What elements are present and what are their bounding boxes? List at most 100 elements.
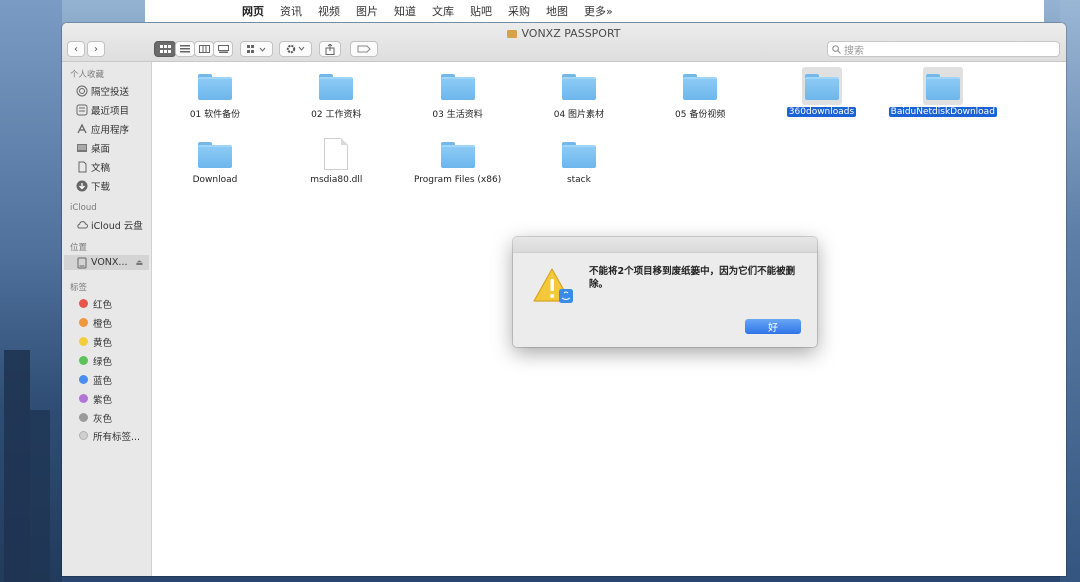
eject-icon[interactable]: ⏏ [135, 258, 143, 267]
folder-item[interactable]: 360downloads [767, 67, 877, 117]
tag-color-dot-icon [79, 299, 88, 308]
folder-item[interactable]: Program Files (x86) [403, 135, 513, 185]
action-button[interactable] [279, 41, 312, 57]
folder-icon [195, 135, 235, 173]
tag-icon [357, 45, 371, 53]
sidebar-item-airdrop[interactable]: 隔空投送 [76, 83, 129, 98]
watermark: 值 什么值得买 [936, 546, 1066, 574]
tags-button[interactable] [350, 41, 378, 57]
folder-item[interactable]: Download [160, 135, 270, 185]
folder-icon [316, 67, 356, 105]
grid-icon [159, 44, 171, 53]
folder-item[interactable]: stack [524, 135, 634, 185]
folder-icon [559, 135, 599, 173]
sidebar-tag-item[interactable]: 橙色 [76, 315, 112, 330]
item-label: stack [566, 175, 591, 185]
folder-item[interactable]: BaiduNetdiskDownload [888, 67, 998, 117]
item-label: 01 软件备份 [189, 110, 241, 120]
browser-nav-item[interactable]: 图片 [356, 3, 378, 19]
column-view-button[interactable] [194, 41, 214, 57]
gallery-icon [217, 45, 229, 53]
tags-heading: 标签 [70, 283, 88, 293]
tag-color-dot-icon [79, 356, 88, 365]
window-title: VONXZ PASSPORT [62, 27, 1066, 40]
watermark-logo-icon: 值 [936, 546, 965, 574]
item-label: BaiduNetdiskDownload [888, 107, 997, 117]
back-button[interactable]: ‹ [67, 41, 85, 57]
folder-icon [438, 67, 478, 105]
sidebar-item-all-tags[interactable]: 所有标签... [76, 428, 140, 443]
item-label: 02 工作资料 [311, 110, 362, 120]
folder-item[interactable]: 01 软件备份 [160, 67, 270, 120]
sidebar-tag-item[interactable]: 灰色 [76, 410, 112, 425]
browser-nav-item[interactable]: 视频 [318, 3, 340, 19]
applications-icon [76, 123, 88, 135]
folder-icon [922, 67, 963, 105]
folder-item[interactable]: 03 生活资料 [403, 67, 513, 120]
sidebar-item-applications[interactable]: 应用程序 [76, 121, 129, 136]
sidebar-item-vonxz-drive[interactable]: VONX... ⏏ [64, 255, 149, 270]
external-drive-icon [76, 257, 88, 269]
all-tags-icon [79, 431, 88, 440]
browser-nav-item[interactable]: 文库 [432, 3, 454, 19]
search-input[interactable]: 搜索 [827, 41, 1060, 57]
browser-nav-item[interactable]: 贴吧 [470, 3, 492, 19]
forward-button[interactable]: › [87, 41, 105, 57]
icon-view-button[interactable] [154, 41, 176, 57]
group-by-button[interactable] [240, 41, 273, 57]
title-bar: VONXZ PASSPORT ‹ › 搜索 [62, 23, 1066, 62]
item-label: 04 图片素材 [553, 110, 605, 120]
browser-nav-item[interactable]: 资讯 [280, 3, 302, 19]
gear-icon [286, 44, 304, 54]
alert-message: 不能将2个项目移到废纸篓中，因为它们不能被删除。 [589, 266, 796, 290]
ok-button[interactable]: 好 [745, 319, 801, 334]
drive-icon [507, 30, 518, 38]
airdrop-icon [76, 85, 88, 97]
browser-nav-item[interactable]: 更多» [584, 3, 613, 19]
browser-nav-item[interactable]: 知道 [394, 3, 416, 19]
wallpaper-left-strip [0, 0, 62, 582]
tag-color-dot-icon [79, 375, 88, 384]
watermark-text: 什么值得买 [970, 550, 1066, 573]
file-item[interactable]: msdia80.dll [281, 135, 391, 185]
file-icon [316, 135, 356, 173]
group-icon [246, 44, 265, 53]
folder-icon [559, 67, 599, 105]
browser-nav-bar: 网页 资讯 视频 图片 知道 文库 贴吧 采购 地图 更多» [145, 0, 1044, 22]
tag-color-dot-icon [79, 394, 88, 403]
sidebar-tag-item[interactable]: 蓝色 [76, 372, 112, 387]
sidebar-item-desktop[interactable]: 桌面 [76, 140, 110, 155]
sidebar-tag-item[interactable]: 紫色 [76, 391, 112, 406]
sidebar-item-documents[interactable]: 文稿 [76, 159, 110, 174]
recents-icon [76, 104, 88, 116]
list-icon [180, 45, 190, 53]
sidebar-item-icloud-drive[interactable]: iCloud 云盘 [76, 217, 143, 232]
tag-color-dot-icon [79, 337, 88, 346]
item-label: Download [192, 175, 238, 185]
tag-color-dot-icon [79, 413, 88, 422]
list-view-button[interactable] [175, 41, 195, 57]
folder-item[interactable]: 05 备份视频 [645, 67, 755, 120]
browser-nav-item[interactable]: 网页 [242, 3, 264, 19]
icloud-heading: iCloud [70, 203, 97, 213]
favorites-heading: 个人收藏 [70, 70, 105, 80]
sidebar-tag-item[interactable]: 红色 [76, 296, 112, 311]
sidebar-tag-item[interactable]: 黄色 [76, 334, 112, 349]
search-placeholder: 搜索 [844, 45, 864, 57]
share-button[interactable] [319, 41, 341, 57]
folder-item[interactable]: 02 工作资料 [281, 67, 391, 120]
item-label: 360downloads [786, 107, 857, 117]
columns-icon [198, 45, 210, 53]
browser-nav-item[interactable]: 地图 [546, 3, 568, 19]
alert-dialog: 不能将2个项目移到废纸篓中，因为它们不能被删除。 好 [513, 237, 817, 347]
download-icon [76, 180, 88, 192]
sidebar-item-downloads[interactable]: 下载 [76, 178, 110, 193]
folder-item[interactable]: 04 图片素材 [524, 67, 634, 120]
sidebar-item-recents[interactable]: 最近项目 [76, 102, 129, 117]
gallery-view-button[interactable] [213, 41, 233, 57]
locations-heading: 位置 [70, 243, 88, 253]
browser-nav-item[interactable]: 采购 [508, 3, 530, 19]
search-icon [832, 44, 841, 54]
sidebar-tag-item[interactable]: 绿色 [76, 353, 112, 368]
folder-icon [438, 135, 478, 173]
